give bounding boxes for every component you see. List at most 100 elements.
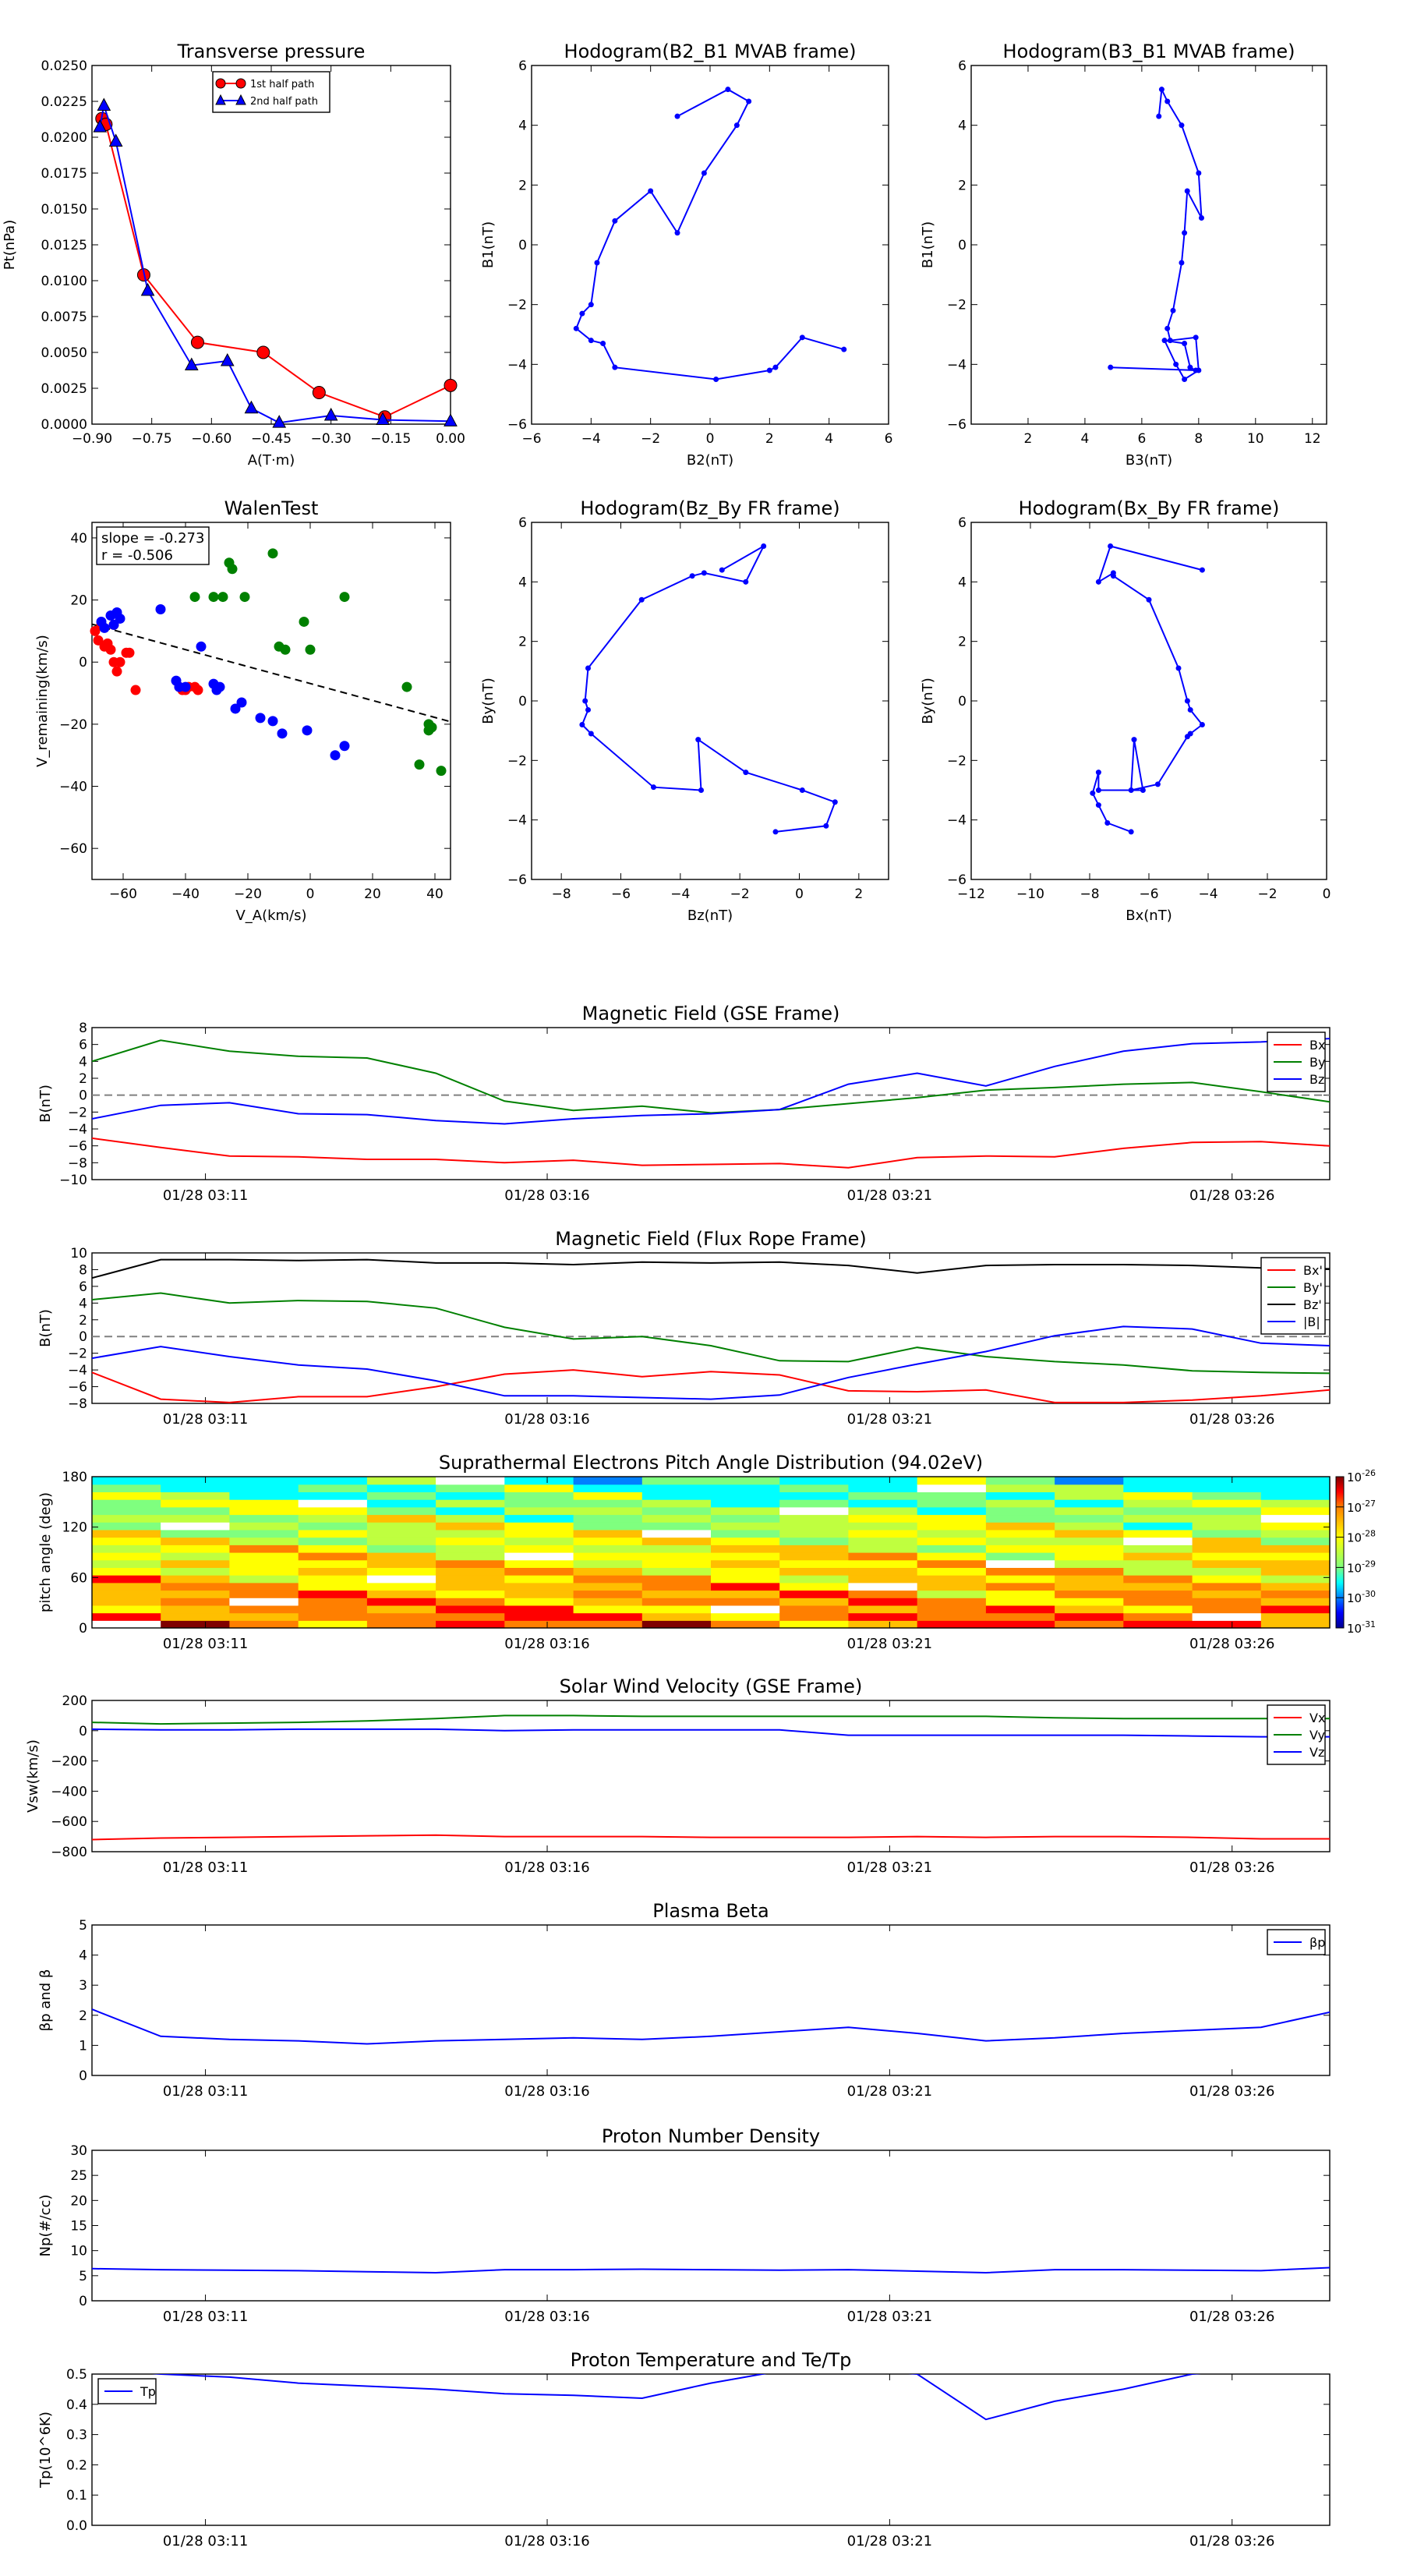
heatmap-cell (848, 1506, 918, 1516)
heatmap-cell (229, 1484, 299, 1492)
x-axis-label: V_A(km/s) (235, 908, 306, 924)
chart-hodo_bxby: −12 −10 −8 −6 −4 −2 0 −6 −4 −2 0 2 4 6 Hodogram(Bx_By … (920, 497, 1331, 924)
heatmap-cell (504, 1612, 574, 1621)
heatmap-cell (504, 1506, 574, 1516)
x-tick-label: −0.45 (251, 431, 292, 447)
heatmap-cell (711, 1477, 780, 1485)
x-tick-label: 01/28 03:26 (1189, 2083, 1274, 2100)
x-tick-label: 01/28 03:11 (163, 2533, 248, 2549)
heatmap-cell (641, 1484, 712, 1492)
heatmap-cell (848, 1537, 918, 1545)
heatmap-cell (229, 1598, 299, 1606)
chart-title: Hodogram(B2_B1 MVAB frame) (564, 41, 857, 62)
data-point (1175, 665, 1182, 671)
data-point (1170, 307, 1176, 313)
data-point (189, 592, 200, 603)
heatmap-cell (1055, 1598, 1124, 1606)
heatmap-cell (985, 1575, 1055, 1583)
heatmap-cell (1123, 1484, 1193, 1492)
heatmap-cell (1192, 1590, 1262, 1598)
data-point (689, 573, 695, 579)
y-axis-label: B(nT) (37, 1085, 54, 1123)
heatmap-cell (1123, 1506, 1193, 1516)
heatmap-cell (436, 1559, 505, 1568)
data-point (426, 722, 437, 733)
data-point (267, 548, 278, 559)
heatmap-cell (92, 1529, 161, 1538)
data-point (1182, 230, 1188, 236)
heatmap-cell (1192, 1514, 1262, 1523)
chart-title: Magnetic Field (GSE Frame) (582, 1003, 840, 1024)
heatmap-cell (436, 1537, 505, 1545)
y-tick-label: −400 (51, 1784, 87, 1799)
series-line (1110, 87, 1203, 380)
y-tick-label: 3 (79, 1978, 87, 1994)
heatmap-cell (504, 1477, 574, 1485)
y-tick-label: 180 (62, 1470, 87, 1485)
heatmap-cell (985, 1529, 1055, 1538)
data-point (772, 364, 779, 370)
heatmap-cell (848, 1582, 918, 1591)
heatmap-cell (641, 1575, 712, 1583)
heatmap-cell (229, 1559, 299, 1568)
heatmap-cell (366, 1559, 436, 1568)
chart-hodo_b2b1: −6 −4 −2 0 2 4 6 −6 −4 −2 0 2 4 6 Hodogram(B2_B1 MVAB … (480, 41, 892, 469)
heatmap-cell (1055, 1612, 1124, 1621)
chart-title: Proton Temperature and Te/Tp (571, 2349, 852, 2371)
x-tick-label: −6 (521, 431, 541, 447)
y-tick-label: 4 (958, 119, 967, 134)
heatmap-cell (573, 1598, 643, 1606)
y-axis-label: B1(nT) (480, 221, 497, 268)
x-tick-label: 0 (306, 886, 315, 902)
series-line (92, 2008, 1330, 2045)
legend-label: Vy (1309, 1728, 1325, 1743)
heatmap-cell (573, 1545, 643, 1553)
heatmap-cell (436, 1552, 505, 1561)
y-axis-label: Vsw(km/s) (25, 1739, 41, 1813)
y-tick-label: 0.0125 (41, 238, 87, 253)
y-tick-label: 2 (518, 178, 527, 193)
heatmap-cell (504, 1575, 574, 1583)
heatmap-cell (161, 1612, 230, 1621)
heatmap-cell (848, 1575, 918, 1583)
heatmap-cell (711, 1590, 780, 1598)
legend-label: By (1309, 1055, 1325, 1070)
heatmap-cell (229, 1522, 299, 1530)
chart-beta: 0 1 2 3 4 5 01/28 03:11 01/28 03:16 01/28 03:21 0… (37, 1900, 1331, 2100)
x-tick-label: −20 (234, 886, 262, 902)
plot-frame (91, 65, 451, 425)
data-point (299, 616, 309, 627)
x-tick-label: 01/28 03:11 (163, 1636, 248, 1652)
data-point (339, 741, 350, 752)
data-point (1164, 325, 1171, 331)
y-axis-label: pitch angle (deg) (37, 1492, 54, 1612)
colorbar-tick-label: 10-28 (1347, 1529, 1376, 1545)
heatmap-cell (848, 1567, 918, 1576)
heatmap-cell (641, 1514, 712, 1523)
legend-label: Vz (1309, 1745, 1324, 1760)
heatmap-cell (436, 1612, 505, 1621)
data-point (108, 133, 123, 147)
heatmap-cell (917, 1499, 987, 1508)
y-tick-label: 4 (79, 1948, 87, 1964)
x-tick-label: −0.75 (132, 431, 172, 447)
x-tick-label: −0.30 (311, 431, 352, 447)
heatmap-cell (436, 1590, 505, 1598)
heatmap-cell (366, 1590, 436, 1598)
heatmap-cell (92, 1552, 161, 1561)
y-axis-label: B(nT) (37, 1309, 54, 1347)
heatmap-cell (161, 1620, 230, 1629)
heatmap-cell (641, 1567, 712, 1576)
heatmap-cell (1192, 1605, 1262, 1614)
heatmap-cell (573, 1575, 643, 1583)
heatmap-cell (366, 1484, 436, 1492)
heatmap-cell (298, 1514, 368, 1523)
data-point (1193, 334, 1199, 341)
heatmap-cell (366, 1529, 436, 1538)
heatmap-cell (1123, 1567, 1193, 1576)
data-point (1184, 734, 1190, 740)
data-point (1128, 787, 1134, 793)
x-tick-label: 2 (1024, 431, 1033, 447)
annotation-text: slope = -0.273 (101, 530, 204, 547)
x-tick-label: 01/28 03:21 (847, 1636, 932, 1652)
